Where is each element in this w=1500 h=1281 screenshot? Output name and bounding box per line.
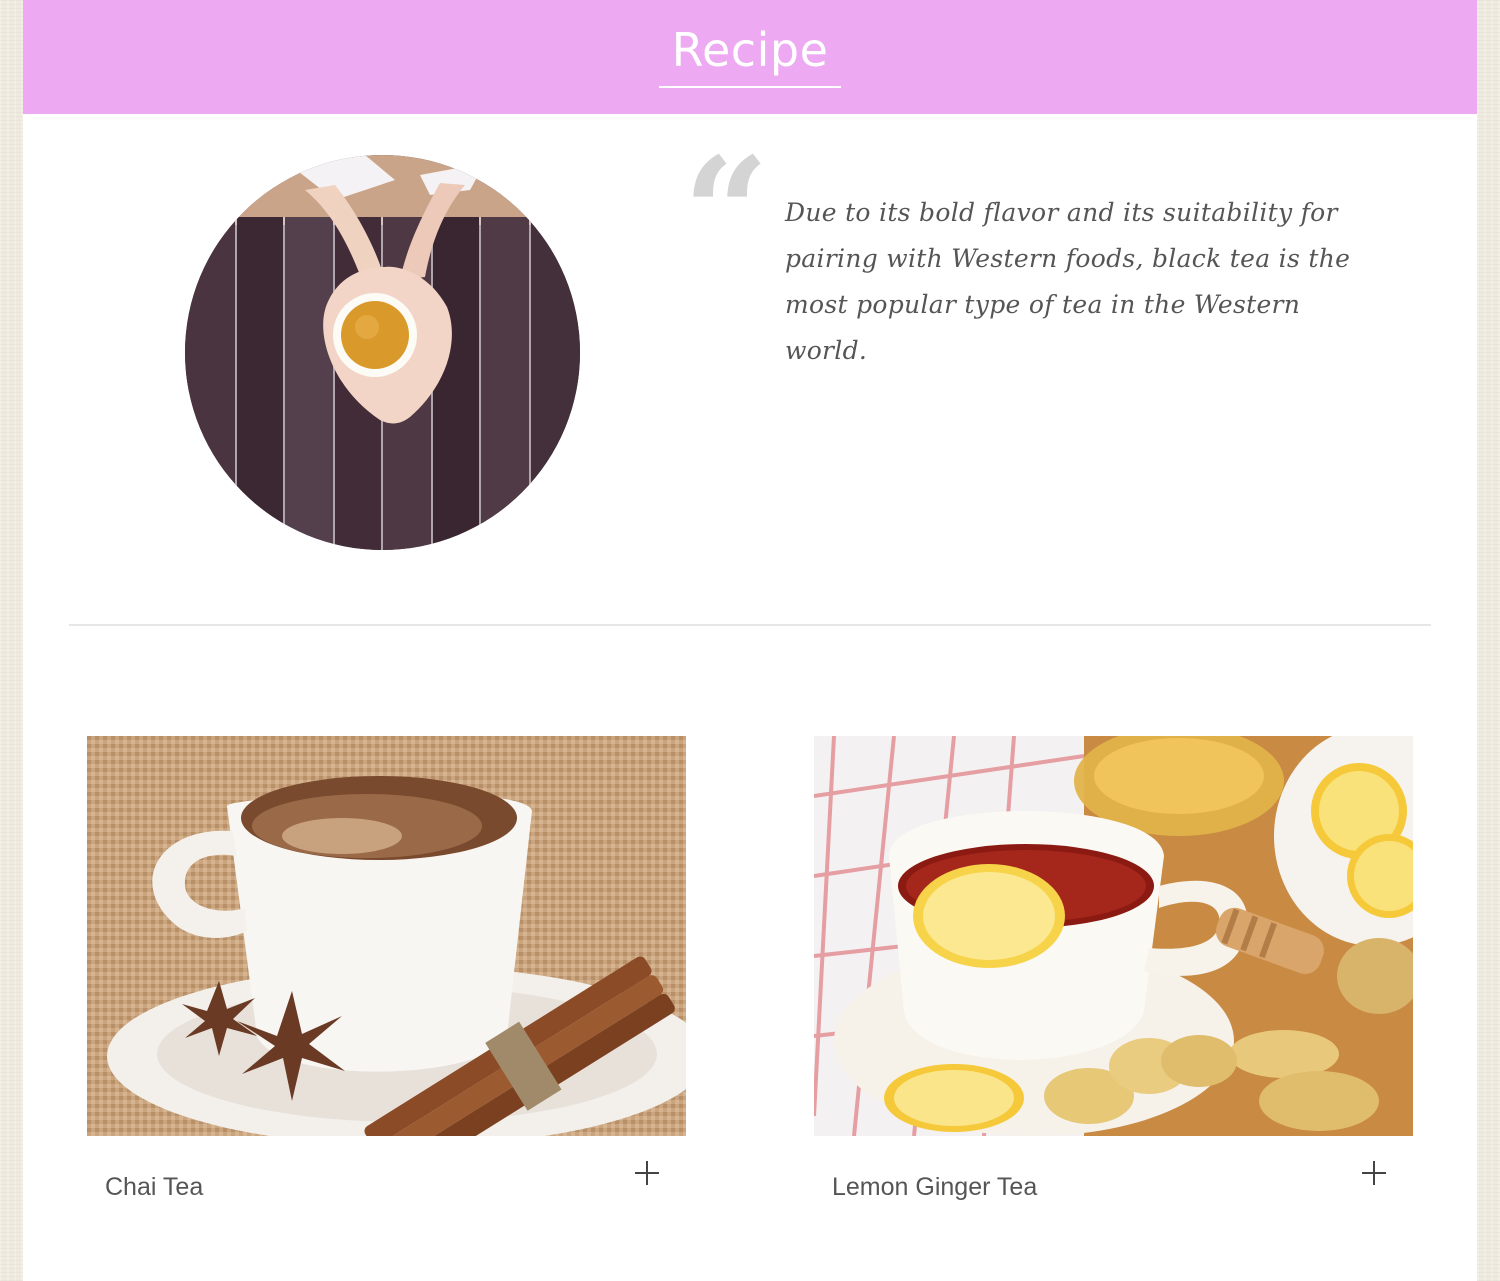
recipe-title: Lemon Ginger Tea — [832, 1173, 1038, 1201]
recipe-title: Chai Tea — [105, 1173, 204, 1201]
lemon-ginger-tea-photo[interactable] — [814, 736, 1413, 1136]
header-bar: Recipe — [23, 0, 1477, 114]
recipe-card-lemon-ginger-tea[interactable]: Lemon Ginger Tea — [814, 736, 1413, 1201]
plus-icon[interactable] — [1357, 1156, 1391, 1190]
quote-text: Due to its bold flavor and its suitabili… — [785, 198, 1351, 365]
section-divider — [69, 624, 1431, 626]
quote-open-icon: “ — [683, 125, 770, 301]
recipe-card-chai-tea[interactable]: Chai Tea — [87, 736, 686, 1201]
chai-tea-photo[interactable] — [87, 736, 686, 1136]
page-title: Recipe — [671, 23, 829, 77]
plus-icon[interactable] — [630, 1156, 664, 1190]
tea-cup-in-hands-photo — [185, 155, 580, 550]
title-underline — [659, 86, 841, 88]
page: Recipe “ Due to its bold flavor and its … — [23, 0, 1477, 1281]
